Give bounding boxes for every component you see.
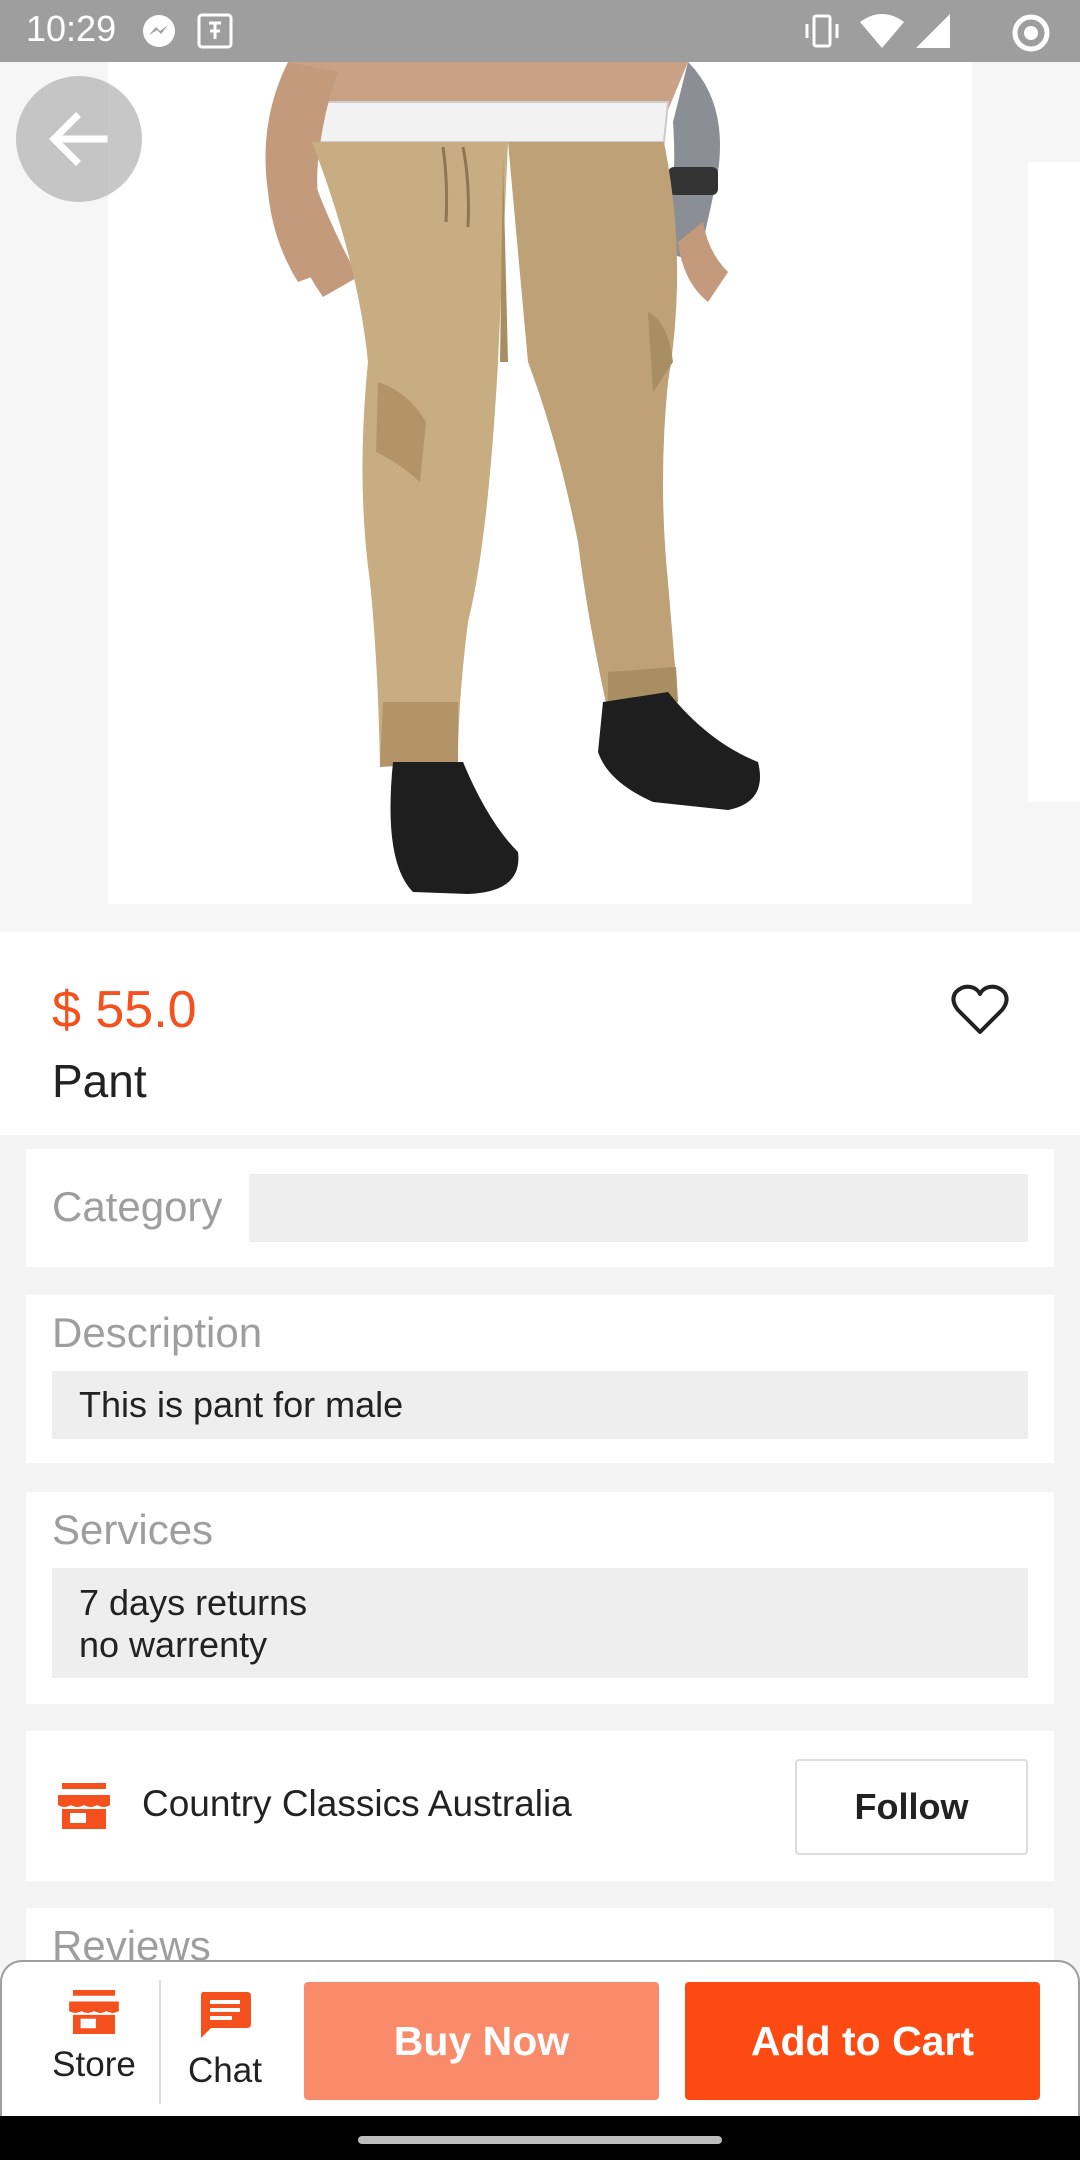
data-saver-icon: [1010, 12, 1052, 59]
product-info: $ 55.0 Pant: [0, 932, 1080, 1135]
category-label: Category: [52, 1183, 223, 1230]
messenger-icon: [140, 12, 178, 55]
services-line: 7 days returns: [79, 1582, 308, 1623]
status-bar: 10:29: [0, 0, 1080, 62]
shop-notification-icon: [196, 12, 234, 55]
arrow-back-icon: [49, 112, 108, 166]
product-title: Pant: [52, 1055, 147, 1107]
services-section: Services 7 days returns no warrenty: [26, 1492, 1054, 1704]
status-time: 10:29: [26, 8, 117, 49]
back-button[interactable]: [16, 76, 142, 202]
add-to-cart-button[interactable]: Add to Cart: [685, 1982, 1040, 2100]
khaki-jogger-pants-photo: [265, 62, 760, 894]
storefront-icon: [58, 1783, 110, 1829]
heart-outline-icon: [951, 984, 1009, 1034]
services-line: no warrenty: [79, 1624, 268, 1665]
category-section: Category: [26, 1149, 1054, 1267]
chat-button[interactable]: Chat: [168, 1990, 282, 2091]
description-section: Description This is pant for male: [26, 1295, 1054, 1463]
store-button-label: Store: [52, 2045, 136, 2084]
chat-button-label: Chat: [188, 2051, 262, 2090]
follow-button[interactable]: Follow: [795, 1759, 1028, 1855]
storefront-icon: [69, 1990, 119, 2034]
product-price: $ 55.0: [52, 981, 197, 1039]
divider: [159, 1980, 161, 2104]
buy-now-button[interactable]: Buy Now: [304, 1982, 659, 2100]
signal-icon: [912, 12, 952, 55]
category-value: [249, 1174, 1028, 1242]
store-button[interactable]: Store: [32, 1990, 156, 2085]
next-image-peek[interactable]: [1028, 162, 1080, 802]
services-value: 7 days returns no warrenty: [52, 1568, 1028, 1678]
description-value: This is pant for male: [52, 1371, 1028, 1439]
system-nav-bar: [0, 2116, 1080, 2160]
services-label: Services: [52, 1506, 214, 1553]
home-gesture-handle[interactable]: [358, 2136, 722, 2144]
product-image[interactable]: [108, 62, 972, 904]
bottom-action-bar: Store Chat Buy Now Add to Cart: [0, 1960, 1080, 2116]
favorite-button[interactable]: [950, 982, 1010, 1038]
vibrate-icon: [802, 12, 842, 55]
chat-icon: [201, 1992, 251, 2038]
wifi-icon: [858, 12, 906, 55]
store-name[interactable]: Country Classics Australia: [142, 1783, 572, 1825]
reviews-section: Reviews: [26, 1908, 1054, 1969]
store-section: Country Classics Australia Follow: [26, 1731, 1054, 1881]
product-gallery[interactable]: [0, 62, 1080, 932]
description-label: Description: [52, 1309, 263, 1356]
